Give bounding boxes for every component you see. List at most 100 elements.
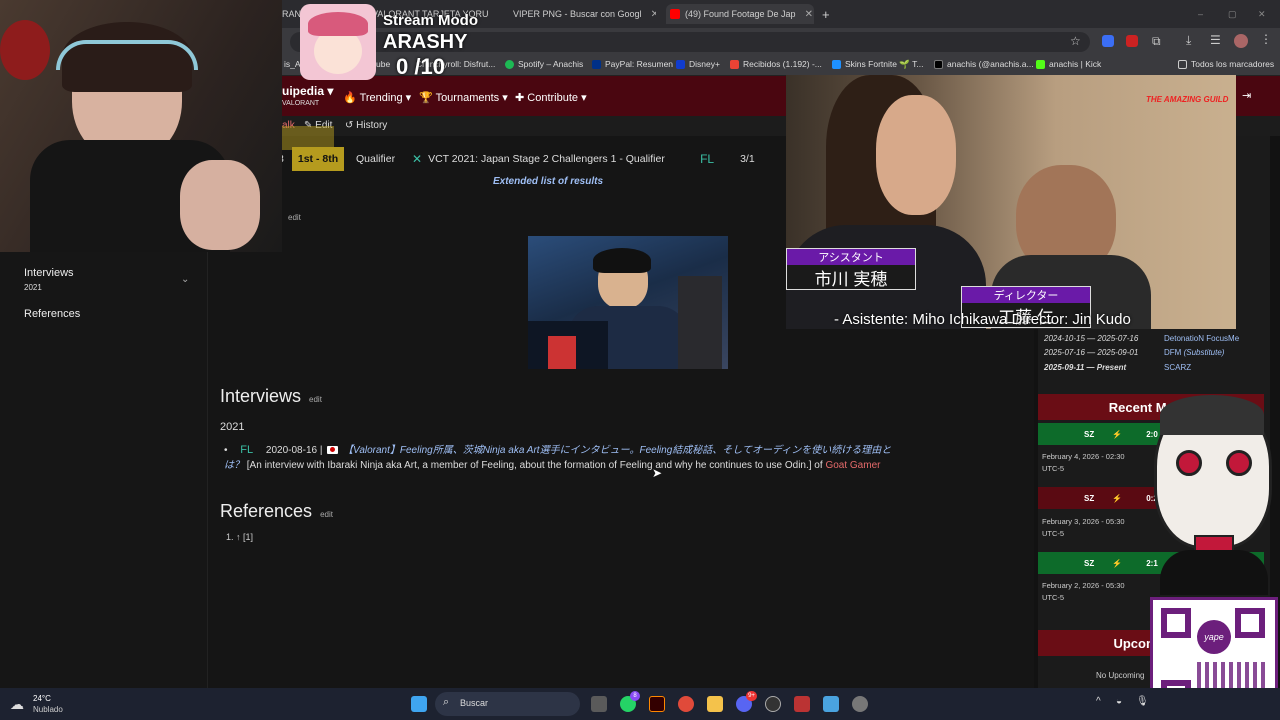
windows-start-icon[interactable]: [411, 696, 427, 712]
login-icon[interactable]: ⇥: [1242, 89, 1251, 102]
stream-mode-name: ARASHY: [383, 31, 468, 53]
name-label: アシスタント 市川 実穂: [786, 248, 916, 290]
close-window-button[interactable]: ✕: [1258, 4, 1266, 24]
close-icon[interactable]: ✕: [805, 9, 813, 20]
task-view-icon[interactable]: [591, 696, 607, 712]
all-bookmarks[interactable]: Todos los marcadores: [1178, 59, 1274, 69]
history-team[interactable]: SCARZ: [1164, 363, 1191, 372]
youtube-icon: [670, 9, 680, 19]
skins-icon: [832, 60, 841, 69]
browser-tab[interactable]: RANT: [282, 4, 302, 24]
settings-icon[interactable]: [852, 696, 868, 712]
bookmark[interactable]: anachis (@anachis.a...: [934, 59, 1034, 69]
score: 3/1: [740, 153, 755, 165]
history-dates: 2024-10-15 — 2025-07-16: [1044, 334, 1139, 343]
folder-icon[interactable]: [707, 696, 723, 712]
bookmark-label: Todos los marcadores: [1191, 59, 1275, 69]
bookmark[interactable]: Recibidos (1.192) -...: [730, 59, 822, 69]
search-icon: ⌕: [443, 696, 450, 708]
menu-icon[interactable]: ⋮: [1260, 32, 1272, 46]
nav-contribute[interactable]: ✚ Contribute ▾: [515, 91, 587, 104]
history-team[interactable]: DetonatioN FocusMe: [1164, 334, 1239, 343]
match-date: February 4, 2026 - 02:30 UTC-5: [1042, 452, 1125, 473]
team-tag: SZ: [1084, 429, 1095, 439]
tier-label[interactable]: Qualifier: [356, 153, 412, 165]
paypal-icon: [592, 59, 601, 69]
tournament-name[interactable]: VCT 2021: Japan Stage 2 Challengers 1 - …: [428, 153, 700, 165]
chrome-icon[interactable]: [678, 696, 694, 712]
nav-tournaments[interactable]: 🏆 Tournaments ▾: [419, 91, 508, 104]
reference-item[interactable]: 1. ↑ [1]: [226, 532, 253, 542]
bookmark-label: Recibidos (1.192) -...: [743, 59, 822, 69]
nav-trending[interactable]: 🔥 Trending ▾: [343, 91, 411, 104]
snipping-icon[interactable]: [823, 696, 839, 712]
extension-icon[interactable]: [1102, 35, 1114, 47]
weather-temp[interactable]: 24°C: [33, 694, 51, 703]
team-logo-icon: ⚡: [1112, 558, 1123, 568]
bookmark[interactable]: anachis | Kick: [1036, 59, 1101, 69]
match-date: February 2, 2026 - 05:30 UTC-5: [1042, 581, 1125, 602]
site-logo[interactable]: uipedia ▾: [282, 84, 333, 98]
close-icon[interactable]: ✕: [651, 9, 656, 20]
bookmark[interactable]: Disney+: [676, 59, 720, 69]
bookmark[interactable]: PayPal: Resumen: [592, 59, 673, 69]
mic-icon[interactable]: 🎙: [1136, 696, 1149, 707]
references-heading: References edit: [220, 501, 333, 521]
tab-title: VIPER PNG - Buscar con Googl: [513, 9, 642, 19]
browser-tab[interactable]: VIPER PNG - Buscar con Googl ✕: [508, 4, 656, 24]
download-icon[interactable]: ⤓: [1186, 33, 1191, 48]
team-tag: SZ: [1084, 558, 1095, 568]
new-tab-button[interactable]: +: [822, 4, 830, 24]
toc-subitem[interactable]: 2021: [24, 283, 42, 292]
interview-translation: [An interview with Ibaraki Ninja aka Art…: [246, 460, 823, 471]
taskbar-search[interactable]: ⌕ Buscar: [435, 692, 580, 716]
maximize-button[interactable]: ▢: [1228, 4, 1237, 24]
mascot-hair: [1160, 395, 1264, 435]
webcam-overlay: [0, 0, 282, 252]
history-team[interactable]: DFM (Substitute): [1164, 348, 1224, 357]
edit-link[interactable]: edit: [320, 510, 333, 519]
notification-badge: 9+: [746, 691, 757, 701]
valorant-icon: ✕: [412, 152, 423, 166]
japan-flag-icon: [327, 446, 339, 455]
bookmark-label: PayPal: Resumen: [605, 59, 674, 69]
illustrator-icon[interactable]: [649, 696, 665, 712]
obs-icon[interactable]: [765, 696, 781, 712]
toc-item-interviews[interactable]: Interviews: [24, 267, 74, 279]
network-icon[interactable]: ◒: [1116, 696, 1122, 707]
puzzle-icon[interactable]: ⧉: [1152, 34, 1161, 49]
year-heading: 2021: [220, 421, 245, 433]
search-placeholder: Buscar: [460, 698, 489, 708]
chevron-down-icon[interactable]: ⌄: [181, 274, 189, 285]
weather-desc[interactable]: Nublado: [33, 705, 63, 714]
browser-tab-active[interactable]: (49) Found Footage De Jap ✕: [666, 4, 814, 24]
star-icon[interactable]: ☆: [1070, 34, 1081, 48]
bookmark-label: ube: [376, 59, 391, 69]
chevron-up-icon[interactable]: ^: [1096, 696, 1101, 707]
match-date: February 3, 2026 - 05:30 UTC-5: [1042, 517, 1125, 538]
edit-link[interactable]: edit: [309, 395, 322, 404]
minimize-button[interactable]: –: [1198, 4, 1203, 24]
table-of-contents: Interviews 2021 ⌄ References: [0, 250, 208, 690]
interview-source-link[interactable]: Goat Gamer: [825, 460, 880, 471]
avatar[interactable]: [1234, 34, 1248, 48]
bookmark[interactable]: Skins Fortnite 🌱 T...: [832, 59, 923, 70]
stream-mode-title: Stream Modo: [383, 12, 479, 29]
stream-mode-score: 0 /10: [396, 54, 445, 79]
edit-link[interactable]: edit: [288, 213, 301, 222]
tiktok-icon: [934, 59, 943, 69]
placement-badge: 1st - 8th: [292, 147, 344, 171]
player-photo[interactable]: [528, 236, 728, 369]
bookmark[interactable]: ube: [376, 59, 390, 69]
toc-item-references[interactable]: References: [24, 308, 80, 320]
team-logo-icon: ⚡: [1112, 493, 1123, 503]
mascot-suit: [1160, 550, 1268, 595]
tab-title: RANT: [282, 9, 302, 19]
winrar-icon[interactable]: [794, 696, 810, 712]
extension-icon[interactable]: [1126, 35, 1138, 47]
media-icon[interactable]: ☰: [1210, 33, 1221, 47]
bullet: •: [224, 445, 228, 456]
bookmark[interactable]: Spotify – Anachis: [505, 59, 583, 69]
extended-results-link[interactable]: Extended list of results: [493, 176, 603, 187]
avatar-hair: [308, 12, 368, 36]
